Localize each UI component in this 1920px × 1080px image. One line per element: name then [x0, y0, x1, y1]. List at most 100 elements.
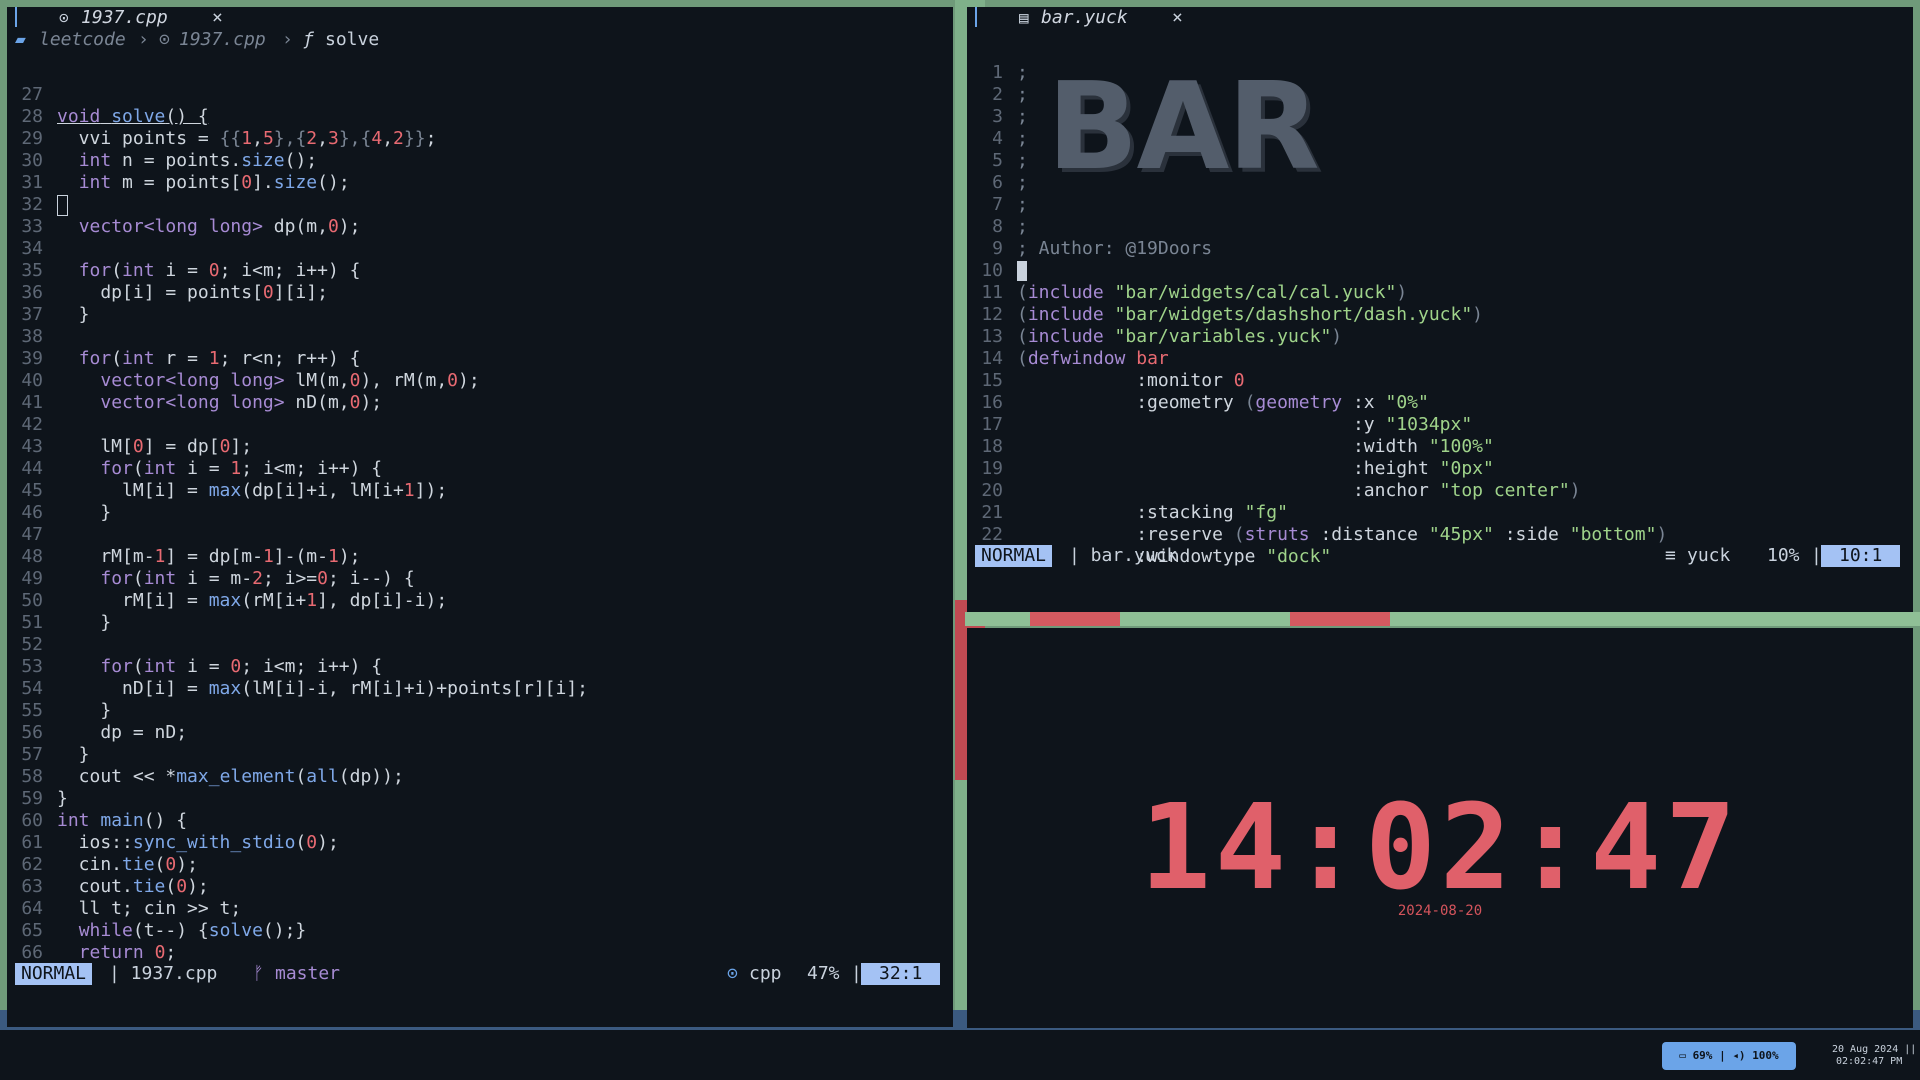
status-percent: 47% — [807, 963, 840, 984]
code-line: 40 vector<long long> lM(m,0), rM(m,0); — [21, 370, 480, 391]
code-line: 41 vector<long long> nD(m,0); — [21, 392, 383, 413]
code-line: 58 cout << *max_element(all(dp)); — [21, 766, 404, 787]
cursor-position: 32:1 — [861, 963, 941, 985]
code-line: 30 int n = points.size(); — [21, 150, 318, 171]
code-line: 50 rM[i] = max(rM[i+1], dp[i]-i); — [21, 590, 448, 611]
code-line: 5; — [992, 150, 1028, 171]
code-line: 18 :width "100%" — [981, 436, 1494, 457]
taskbar-date: 20 Aug 2024 || — [1832, 1044, 1917, 1055]
code-line: 35 for(int i = 0; i<m; i++) { — [21, 260, 361, 281]
tab-bar-yuck[interactable]: bar.yuck — [1041, 7, 1128, 28]
clock-time: 14:02:47 — [1139, 778, 1741, 916]
code-line: 61 ios::sync_with_stdio(0); — [21, 832, 339, 853]
breadcrumb-symbol[interactable]: solve — [325, 29, 379, 50]
code-line: 8; — [992, 216, 1028, 237]
code-line: 66 return 0; — [21, 942, 177, 963]
code-line: 38 — [21, 326, 43, 347]
active-tab-marker — [975, 7, 977, 27]
code-area[interactable]: 1; 2; 3; 4; 5; 6; 7; 8; 9; Author: @19Doors 10 11(… — [967, 40, 1667, 612]
code-line: 47 — [21, 524, 43, 545]
status-line: NORMAL | bar.yuck ≡ yuck 10% | 10:1 — [975, 545, 1905, 567]
code-line: 53 for(int i = 0; i<m; i++) { — [21, 656, 383, 677]
code-line: 60 int main() { — [21, 810, 188, 831]
code-line: 65 while(t--) {solve();} — [21, 920, 307, 941]
editor-window-right[interactable]: ▤ bar.yuck × BAR 1; 2; 3; 4; 5; 6; 7; 8; 9; Auth… — [967, 7, 1913, 612]
code-line: 17 :y "1034px" — [981, 414, 1473, 435]
code-line: 11 (include "bar/widgets/cal/cal.yuck") — [981, 282, 1408, 303]
breadcrumb-separator: › — [282, 29, 293, 50]
code-line: 51 } — [21, 612, 112, 633]
code-line: 42 — [21, 414, 43, 435]
taskbar: ▭ 69% | ◂) 100% 20 Aug 2024 || 02:02:47 … — [0, 1030, 1920, 1080]
taskbar-time: 02:02:47 PM — [1836, 1056, 1903, 1067]
text-cursor — [57, 194, 68, 216]
battery-level: 69% — [1692, 1049, 1713, 1062]
battery-icon: ▭ — [1679, 1049, 1686, 1062]
folder-icon: ▰ — [15, 29, 26, 50]
close-tab-icon[interactable]: × — [1172, 7, 1183, 28]
editor-window-left[interactable]: ⊙ 1937.cpp × ▰ leetcode › ⊙ 1937.cpp › ƒ… — [7, 7, 953, 1027]
status-percent: 10% — [1767, 545, 1800, 566]
code-line: 56 dp = nD; — [21, 722, 188, 743]
code-line: 14 (defwindow bar — [981, 348, 1169, 369]
tab-1937-cpp[interactable]: 1937.cpp — [81, 7, 168, 28]
code-line: 31 int m = points[0].size(); — [21, 172, 350, 193]
code-line: 3; — [992, 106, 1028, 127]
code-line: 4; — [992, 128, 1028, 149]
code-line: 46 } — [21, 502, 112, 523]
code-line: 64 ll t; cin >> t; — [21, 898, 242, 919]
active-tab-marker — [15, 7, 17, 27]
code-line: 15 :monitor 0 — [981, 370, 1245, 391]
code-line: 32 — [7, 194, 588, 216]
code-line: 28 void solve() { — [21, 106, 209, 127]
system-status-pill[interactable]: ▭ 69% | ◂) 100% — [1662, 1042, 1796, 1070]
code-line: 1; — [992, 62, 1028, 83]
breadcrumb-separator: › — [138, 29, 149, 50]
pill-divider: | — [1719, 1049, 1726, 1062]
code-line: 22 :reserve (struts :distance "45px" :si… — [981, 524, 1668, 545]
code-line: 13 (include "bar/variables.yuck") — [981, 326, 1343, 347]
code-line: 2; — [992, 84, 1028, 105]
code-line: 9; Author: @19Doors — [992, 238, 1213, 259]
code-line: 7; — [992, 194, 1028, 215]
code-line: 59} — [21, 788, 68, 809]
code-line: 34 — [21, 238, 43, 259]
code-line: 45 lM[i] = max(dp[i]+i, lM[i+1]); — [21, 480, 448, 501]
status-line: NORMAL | 1937.cpp ᚠ master ⊙ cpp 47% | 3… — [15, 963, 945, 985]
cpp-icon: ⊙ — [159, 29, 170, 50]
code-line: 21 :stacking "fg" — [981, 502, 1288, 523]
code-line: 33 vector<long long> dp(m,0); — [21, 216, 361, 237]
tab-bar: ▤ bar.yuck × — [967, 7, 1913, 29]
code-line: 36 dp[i] = points[0][i]; — [21, 282, 328, 303]
function-icon: ƒ — [303, 29, 314, 50]
code-area[interactable]: 27 28 void solve() {29 vvi points = {{1,5}… — [7, 62, 588, 1027]
volume-icon: ◂) — [1732, 1049, 1746, 1062]
taskbar-clock[interactable]: 20 Aug 2024 || 02:02:47 PM — [1832, 1044, 1916, 1068]
code-line: 44 for(int i = 1; i<m; i++) { — [21, 458, 383, 479]
status-filename: | bar.yuck — [1069, 545, 1178, 566]
mode-indicator: NORMAL — [15, 963, 93, 985]
file-icon: ▤ — [1019, 8, 1029, 27]
code-line: 16 :geometry (geometry :x "0%" — [981, 392, 1429, 413]
code-line: 54 nD[i] = max(lM[i]-i, rM[i]+i)+points[… — [21, 678, 589, 699]
clock-date: 2024-08-20 — [1397, 903, 1483, 919]
git-branch-icon: ᚠ — [253, 963, 264, 984]
breadcrumb-file[interactable]: 1937.cpp — [179, 29, 266, 50]
breadcrumb-folder[interactable]: leetcode — [39, 29, 126, 50]
cursor-position: 10:1 — [1821, 545, 1901, 567]
code-line: 19 :height "0px" — [981, 458, 1494, 479]
code-line: 63 cout.tie(0); — [21, 876, 209, 897]
tab-bar: ⊙ 1937.cpp × — [7, 7, 953, 29]
close-tab-icon[interactable]: × — [212, 7, 223, 28]
code-line: 27 — [21, 84, 43, 105]
code-line: 43 lM[0] = dp[0]; — [21, 436, 253, 457]
wallpaper-strip — [1290, 612, 1390, 626]
text-cursor — [1017, 261, 1027, 281]
breadcrumb: ▰ leetcode › ⊙ 1937.cpp › ƒ solve — [7, 29, 953, 51]
code-line: 49 for(int i = m-2; i>=0; i--) { — [21, 568, 415, 589]
git-branch: master — [275, 963, 341, 984]
status-filetype: yuck — [1687, 545, 1731, 566]
volume-level: 100% — [1752, 1049, 1779, 1062]
code-line: 6; — [992, 172, 1028, 193]
cpp-icon: ⊙ — [727, 963, 738, 984]
